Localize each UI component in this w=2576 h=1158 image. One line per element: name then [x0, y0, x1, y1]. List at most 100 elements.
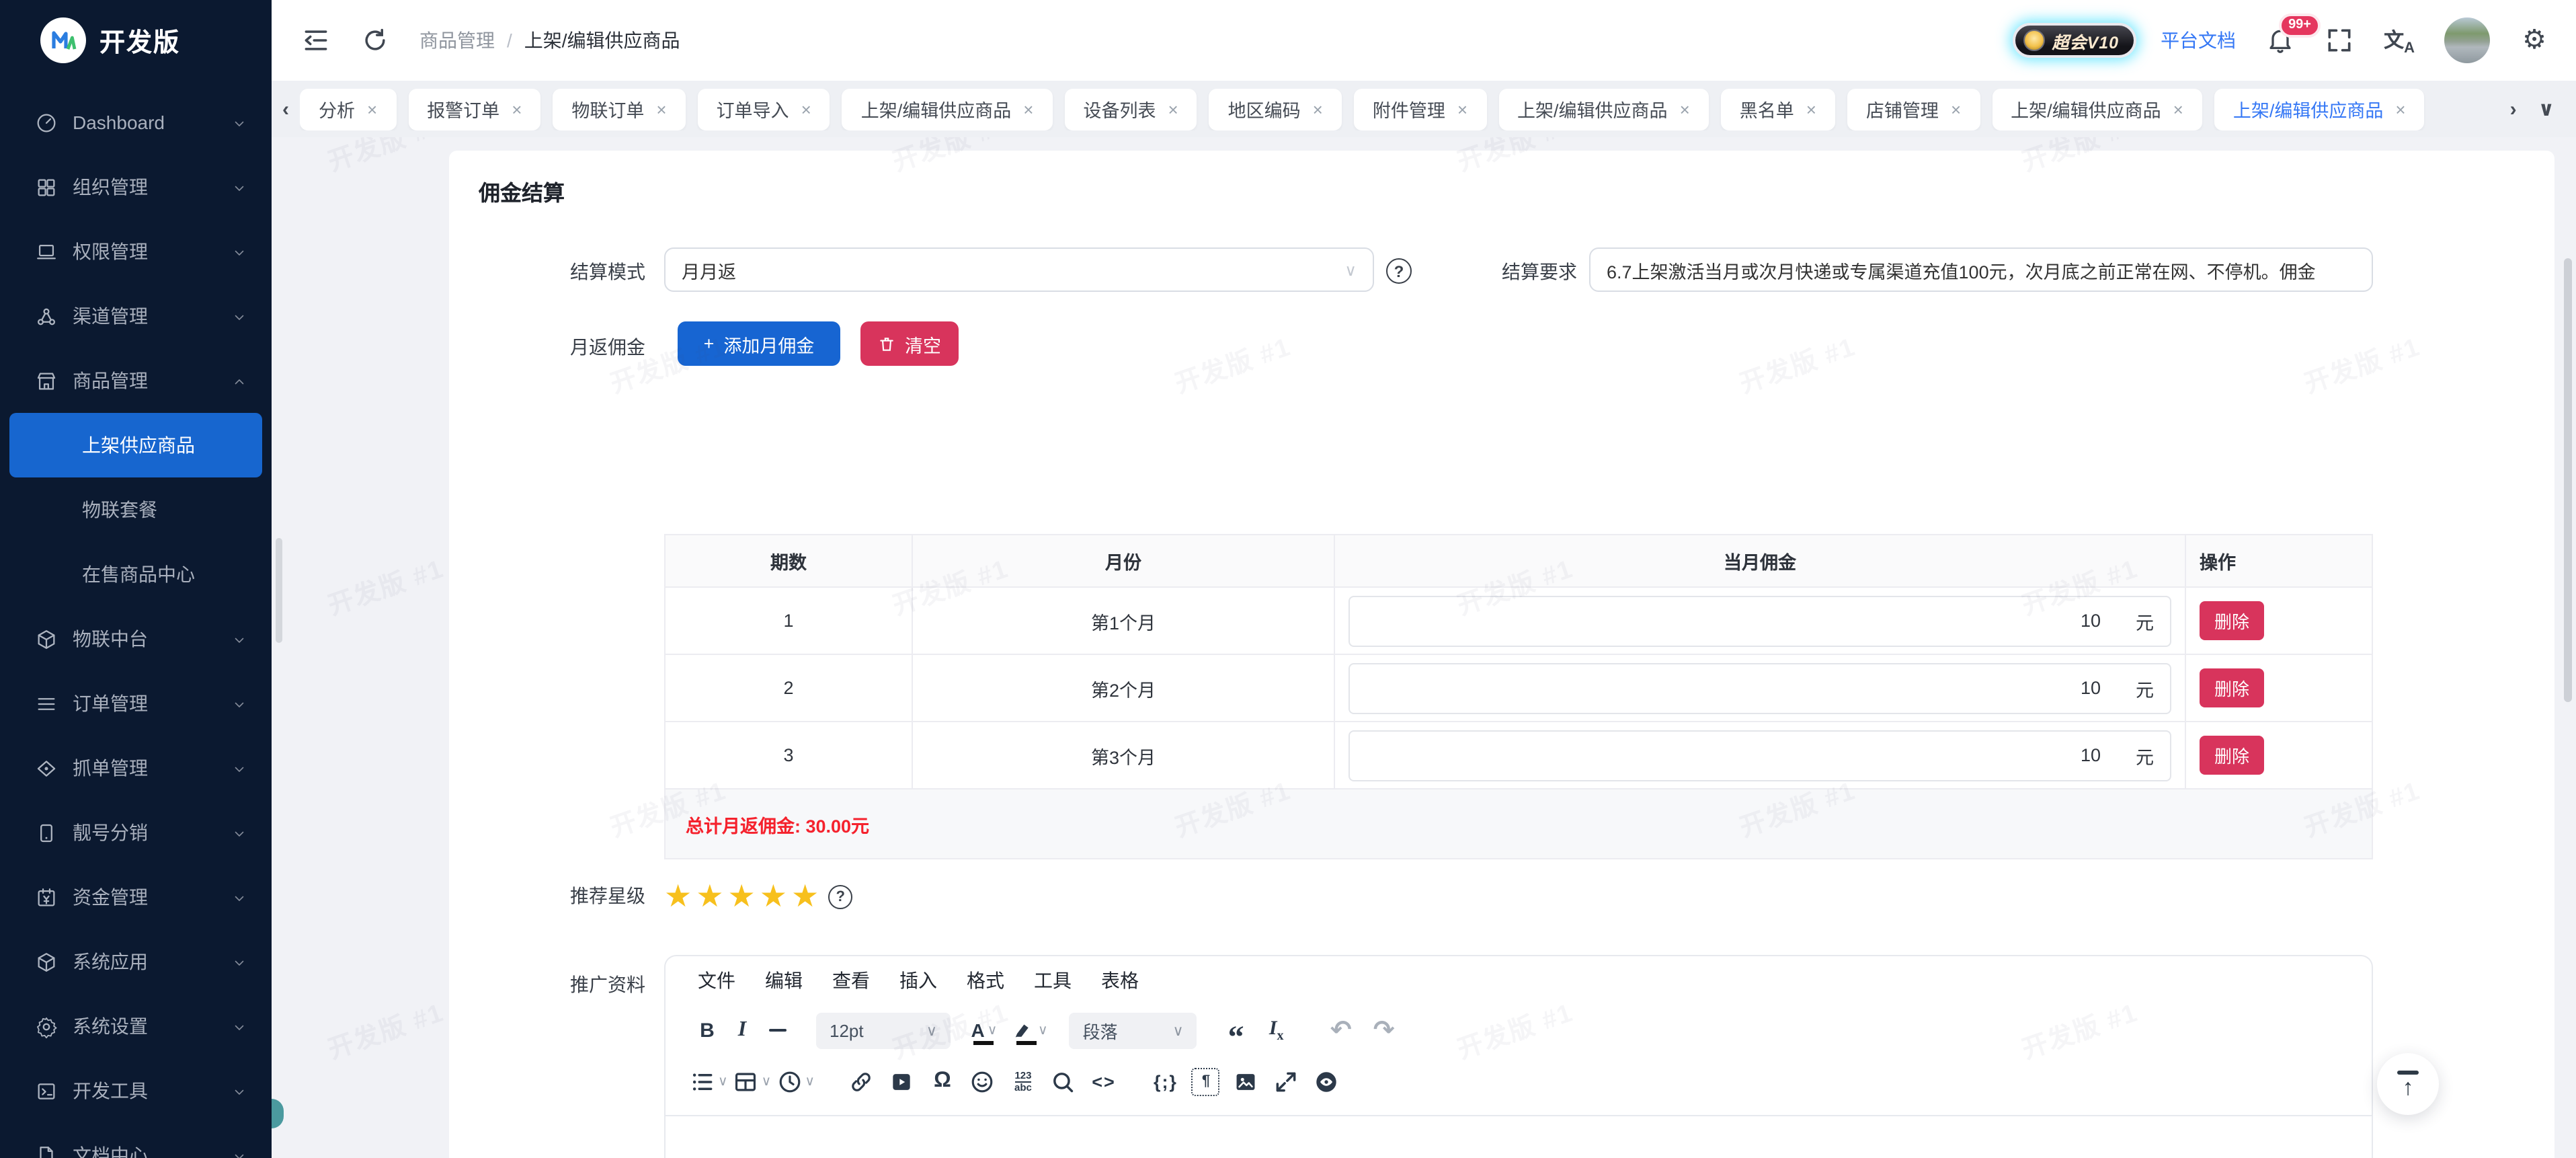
- emoji-icon[interactable]: [965, 1064, 1000, 1099]
- tab-地区编码[interactable]: 地区编码×: [1209, 88, 1342, 130]
- delete-button[interactable]: 删除: [2200, 601, 2264, 640]
- platform-docs-link[interactable]: 平台文档: [2161, 27, 2236, 54]
- sidebar-subitem-上架供应商品[interactable]: 上架供应商品: [9, 413, 262, 477]
- strikethrough-icon[interactable]: [760, 1013, 795, 1048]
- settle-req-input[interactable]: 6.7上架激活当月或次月快递或专属渠道充值100元，次月底之前正常在网、不停机。…: [1589, 247, 2373, 292]
- tab-close-icon[interactable]: ×: [512, 99, 522, 119]
- add-month-commission-button[interactable]: + 添加月佣金: [678, 321, 840, 366]
- sidebar-item-订单管理[interactable]: 订单管理: [0, 671, 272, 736]
- tab-物联订单[interactable]: 物联订单×: [553, 88, 685, 130]
- sidebar-item-渠道管理[interactable]: 渠道管理: [0, 284, 272, 348]
- bold-icon[interactable]: B: [690, 1013, 725, 1048]
- code-icon[interactable]: <>: [1086, 1064, 1121, 1099]
- editor-menu-查看[interactable]: 查看: [817, 967, 885, 994]
- redo-icon[interactable]: ↷: [1367, 1013, 1402, 1048]
- tab-close-icon[interactable]: ×: [1806, 99, 1816, 119]
- tab-店铺管理[interactable]: 店铺管理×: [1847, 88, 1980, 130]
- star-icon[interactable]: ★: [791, 878, 819, 915]
- sidebar-item-系统设置[interactable]: 系统设置: [0, 994, 272, 1058]
- logo[interactable]: 开发版: [0, 0, 272, 81]
- sidebar-scrollbar[interactable]: [276, 538, 282, 643]
- sidebar-subitem-物联套餐[interactable]: 物联套餐: [9, 477, 262, 542]
- link-icon[interactable]: [844, 1064, 879, 1099]
- tab-close-icon[interactable]: ×: [1680, 99, 1690, 119]
- sidebar-item-靓号分销[interactable]: 靓号分销: [0, 800, 272, 865]
- tab-close-icon[interactable]: ×: [656, 99, 666, 119]
- editor-menu-文件[interactable]: 文件: [683, 967, 750, 994]
- notifications-button[interactable]: 99+: [2265, 26, 2295, 55]
- special-character-icon[interactable]: Ω: [925, 1064, 960, 1099]
- tabs-scroll-left-icon[interactable]: ‹: [272, 98, 300, 120]
- tab-close-icon[interactable]: ×: [801, 99, 811, 119]
- sidebar-item-Dashboard[interactable]: Dashboard: [0, 90, 272, 155]
- preview-icon[interactable]: [1310, 1064, 1344, 1099]
- back-to-top-button[interactable]: ↑: [2377, 1053, 2439, 1115]
- text-color-icon[interactable]: A∨: [967, 1013, 1002, 1048]
- amount-input[interactable]: 10元: [1349, 595, 2171, 646]
- editor-menu-格式[interactable]: 格式: [952, 967, 1019, 994]
- delete-button[interactable]: 删除: [2200, 668, 2264, 707]
- italic-icon[interactable]: I: [725, 1013, 760, 1048]
- delete-button[interactable]: 删除: [2200, 736, 2264, 775]
- image-icon[interactable]: [1229, 1064, 1264, 1099]
- sidebar-subitem-在售商品中心[interactable]: 在售商品中心: [9, 542, 262, 607]
- tab-设备列表[interactable]: 设备列表×: [1064, 88, 1197, 130]
- datetime-icon[interactable]: ∨: [776, 1064, 815, 1099]
- tab-上架/编辑供应商品[interactable]: 上架/编辑供应商品×: [1498, 88, 1709, 130]
- sidebar-item-组织管理[interactable]: 组织管理: [0, 155, 272, 219]
- translate-icon[interactable]: 文A: [2384, 25, 2415, 56]
- tab-上架/编辑供应商品[interactable]: 上架/编辑供应商品×: [2214, 88, 2425, 130]
- avatar[interactable]: [2444, 17, 2490, 63]
- star-icon[interactable]: ★: [760, 878, 787, 915]
- tab-close-icon[interactable]: ×: [1023, 99, 1033, 119]
- tab-close-icon[interactable]: ×: [1313, 99, 1323, 119]
- highlight-color-icon[interactable]: ∨: [1010, 1013, 1048, 1048]
- amount-input[interactable]: 10元: [1349, 662, 2171, 713]
- sidebar-item-系统应用[interactable]: 系统应用: [0, 929, 272, 994]
- star-icon[interactable]: ★: [728, 878, 756, 915]
- breadcrumb-parent[interactable]: 商品管理: [419, 27, 495, 54]
- tab-close-icon[interactable]: ×: [2173, 99, 2183, 119]
- vip-badge[interactable]: 超会V10: [2013, 23, 2137, 58]
- tab-close-icon[interactable]: ×: [1168, 99, 1178, 119]
- floating-widget-fragment[interactable]: [272, 1099, 284, 1128]
- star-rating[interactable]: ★★★★★?: [664, 878, 852, 915]
- sidebar-item-文档中心[interactable]: 文档中心: [0, 1123, 272, 1158]
- page-scrollbar[interactable]: [2564, 258, 2572, 702]
- search-icon[interactable]: [1046, 1064, 1081, 1099]
- media-icon[interactable]: [885, 1064, 920, 1099]
- clear-formatting-icon[interactable]: Ix: [1259, 1013, 1294, 1048]
- tab-close-icon[interactable]: ×: [1951, 99, 1961, 119]
- tab-close-icon[interactable]: ×: [2395, 99, 2405, 119]
- settle-mode-help-icon[interactable]: ?: [1386, 258, 1412, 284]
- sidebar-item-权限管理[interactable]: 权限管理: [0, 219, 272, 284]
- fullscreen-icon[interactable]: [2325, 26, 2354, 55]
- star-icon[interactable]: ★: [664, 878, 692, 915]
- undo-icon[interactable]: ↶: [1324, 1013, 1359, 1048]
- tab-上架/编辑供应商品[interactable]: 上架/编辑供应商品×: [1992, 88, 2202, 130]
- code-sample-icon[interactable]: {;}: [1148, 1064, 1183, 1099]
- sidebar-item-开发工具[interactable]: 开发工具: [0, 1058, 272, 1123]
- blockquote-icon[interactable]: “: [1219, 1013, 1254, 1048]
- tab-附件管理[interactable]: 附件管理×: [1354, 88, 1486, 130]
- font-size-select[interactable]: 12pt∨: [816, 1012, 951, 1048]
- sidebar-item-抓单管理[interactable]: 抓单管理: [0, 736, 272, 800]
- tab-close-icon[interactable]: ×: [1457, 99, 1467, 119]
- visual-chars-icon[interactable]: ¶: [1189, 1064, 1223, 1099]
- tab-close-icon[interactable]: ×: [367, 99, 377, 119]
- editor-content-area[interactable]: [666, 1116, 2372, 1157]
- block-format-select[interactable]: 段落∨: [1070, 1012, 1197, 1048]
- table-icon[interactable]: ∨: [733, 1064, 772, 1099]
- sidebar-item-资金管理[interactable]: 资金管理: [0, 865, 272, 929]
- star-icon[interactable]: ★: [696, 878, 723, 915]
- sidebar-item-商品管理[interactable]: 商品管理: [0, 348, 272, 413]
- settle-mode-select[interactable]: 月月返 ∨: [664, 247, 1374, 292]
- tab-黑名单[interactable]: 黑名单×: [1721, 88, 1835, 130]
- editor-menu-插入[interactable]: 插入: [885, 967, 952, 994]
- bullet-list-icon[interactable]: ∨: [690, 1064, 728, 1099]
- sidebar-item-物联中台[interactable]: 物联中台: [0, 607, 272, 671]
- tab-报警订单[interactable]: 报警订单×: [408, 88, 540, 130]
- reload-icon[interactable]: [360, 26, 390, 55]
- number-format-icon[interactable]: 123abc: [1006, 1064, 1041, 1099]
- editor-menu-表格[interactable]: 表格: [1086, 967, 1154, 994]
